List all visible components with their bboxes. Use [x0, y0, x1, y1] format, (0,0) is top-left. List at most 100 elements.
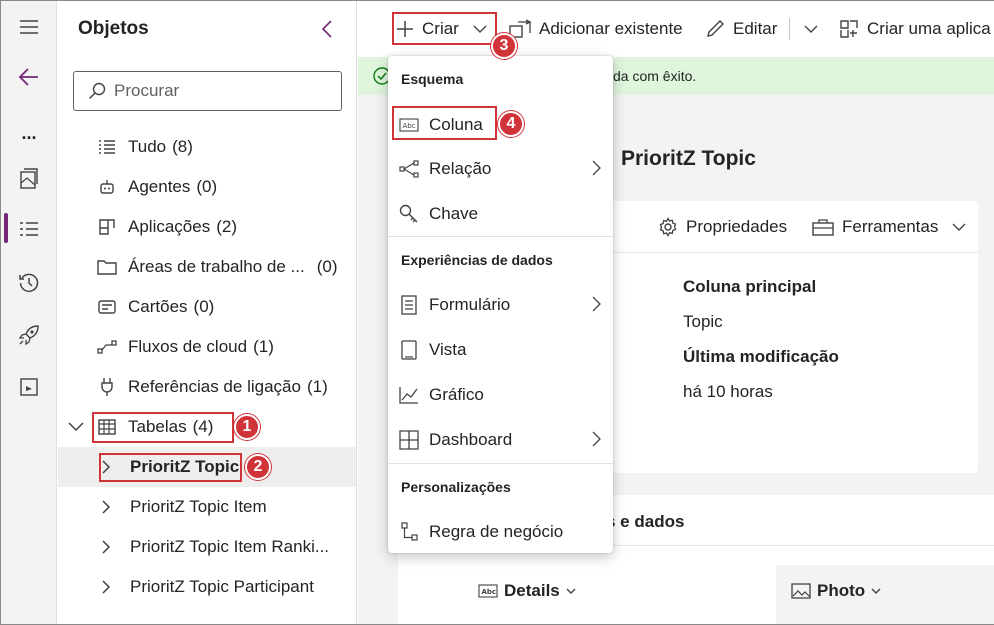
- tree-item-label: PrioritZ Topic Participant: [130, 577, 314, 596]
- tree-item-label: PrioritZ Topic Item Ranki...: [130, 537, 330, 556]
- step-badge-2: 2: [245, 454, 271, 480]
- tools-button[interactable]: Ferramentas: [812, 217, 966, 237]
- menu-item-chart[interactable]: Gráfico: [388, 373, 613, 417]
- tools-label: Ferramentas: [842, 217, 939, 236]
- abc-icon: Abc: [478, 584, 498, 598]
- menu-section-header: Personalizações: [401, 479, 511, 495]
- menu-item-label: Regra de negócio: [429, 522, 564, 541]
- search-placeholder: Procurar: [114, 81, 180, 100]
- step-badge-3: 3: [491, 33, 517, 59]
- menu-item-business-rule[interactable]: Regra de negócio: [388, 510, 613, 554]
- tree-item-apps[interactable]: Aplicações (2): [58, 207, 356, 247]
- search-icon: [88, 82, 106, 100]
- tree-item-count: (2): [216, 217, 237, 236]
- more-icon[interactable]: ...: [9, 113, 49, 153]
- create-app-button[interactable]: Criar uma aplica: [839, 11, 991, 47]
- chevron-down-icon: [952, 223, 966, 232]
- menu-item-key[interactable]: Chave: [388, 192, 613, 236]
- tree-item-count: (8): [172, 137, 193, 156]
- tree-item-count: (1): [306, 377, 328, 396]
- menu-item-relationship[interactable]: Relação: [388, 147, 613, 191]
- objects-panel: Objetos Procurar Tudo (8) Agentes (0) Apli…: [58, 1, 357, 624]
- tree-item-label: Agentes: [128, 177, 191, 196]
- menu-item-label: Dashboard: [429, 430, 513, 449]
- menu-separator: [388, 463, 613, 464]
- tree-item-count: (0): [316, 257, 338, 276]
- menu-item-view[interactable]: Vista: [388, 328, 613, 372]
- highlight-box-column: [392, 106, 497, 140]
- pages-icon[interactable]: [9, 159, 49, 199]
- menu-item-form[interactable]: Formulário: [388, 283, 613, 327]
- menu-item-label: Gráfico: [429, 385, 484, 404]
- business-rule-icon: [398, 521, 420, 543]
- tree-item-label: Áreas de trabalho de ...: [128, 257, 305, 276]
- history-icon[interactable]: [9, 263, 49, 303]
- step-badge-1: 1: [234, 414, 260, 440]
- hamburger-icon[interactable]: [9, 7, 49, 47]
- collapse-panel-icon[interactable]: [320, 19, 334, 39]
- menu-item-label: Relação: [429, 159, 492, 178]
- success-message: da com êxito.: [613, 68, 697, 84]
- tree-item-count: (0): [196, 177, 218, 196]
- form-icon: [398, 294, 420, 316]
- step-badge-4: 4: [498, 111, 524, 137]
- left-rail: ...: [1, 1, 57, 624]
- column-header-details[interactable]: Abc Details: [478, 581, 576, 601]
- tree-item-table-topic-item[interactable]: PrioritZ Topic Item: [58, 487, 356, 527]
- properties-label: Propriedades: [686, 217, 788, 236]
- add-existing-button[interactable]: Adicionar existente: [509, 11, 683, 47]
- power-bi-icon[interactable]: [9, 367, 49, 407]
- objects-list-icon[interactable]: [9, 209, 49, 249]
- pencil-icon: [707, 20, 724, 37]
- dashboard-icon: [398, 429, 420, 451]
- tree-item-workspaces[interactable]: Áreas de trabalho de ... (0): [58, 247, 356, 287]
- toolbox-icon: [812, 219, 834, 236]
- search-input[interactable]: Procurar: [73, 71, 342, 111]
- edit-label: Editar: [733, 19, 778, 38]
- chevron-right-icon: [592, 431, 601, 447]
- rocket-icon[interactable]: [9, 315, 49, 355]
- chevron-right-icon[interactable]: [102, 540, 114, 554]
- last-modified-value: há 10 horas: [683, 382, 773, 401]
- section-title: s e dados: [606, 512, 685, 531]
- menu-item-label: Vista: [429, 340, 467, 359]
- svg-text:Abc: Abc: [482, 588, 497, 596]
- list-icon: [96, 136, 118, 158]
- gear-icon: [659, 217, 677, 237]
- tree-item-cloud-flows[interactable]: Fluxos de cloud (1): [58, 327, 356, 367]
- tree-item-cards[interactable]: Cartões (0): [58, 287, 356, 327]
- chevron-right-icon: [592, 296, 601, 312]
- chevron-down-icon[interactable]: [804, 25, 818, 34]
- tree-item-agents[interactable]: Agentes (0): [58, 167, 356, 207]
- relationship-icon: [398, 158, 420, 180]
- agent-icon: [96, 176, 118, 198]
- tree-item-connection-refs[interactable]: Referências de ligação (1): [58, 367, 356, 407]
- tree-item-label: Fluxos de cloud: [128, 337, 248, 356]
- tree-item-table-topic-item-ranking[interactable]: PrioritZ Topic Item Ranki...: [58, 527, 356, 567]
- tree-item-label: Referências de ligação: [128, 377, 301, 396]
- flow-icon: [96, 336, 118, 358]
- highlight-box-create: [392, 12, 497, 45]
- chevron-right-icon[interactable]: [102, 500, 114, 514]
- panel-title: Objetos: [78, 18, 149, 39]
- tree-item-all[interactable]: Tudo (8): [58, 127, 356, 167]
- chevron-down-icon[interactable]: [68, 422, 86, 432]
- back-arrow-icon[interactable]: [9, 57, 49, 97]
- tree-item-table-topic-participant[interactable]: PrioritZ Topic Participant: [58, 567, 356, 607]
- tree-item-count: (1): [253, 337, 274, 356]
- chevron-right-icon[interactable]: [102, 580, 114, 594]
- column-header-photo[interactable]: Photo: [791, 581, 881, 601]
- menu-item-dashboard[interactable]: Dashboard: [388, 418, 613, 462]
- highlight-box-prioritz-topic: [99, 453, 242, 482]
- divider: [789, 18, 791, 40]
- create-app-icon: [840, 20, 858, 38]
- primary-column-value: Topic: [683, 312, 723, 331]
- add-existing-label: Adicionar existente: [539, 19, 683, 38]
- view-icon: [398, 339, 420, 361]
- key-icon: [398, 203, 420, 225]
- properties-button[interactable]: Propriedades: [658, 217, 787, 237]
- image-icon: [791, 583, 811, 599]
- edit-button[interactable]: Editar: [705, 11, 818, 47]
- plug-icon: [96, 376, 118, 398]
- highlight-box-tables: [92, 412, 234, 443]
